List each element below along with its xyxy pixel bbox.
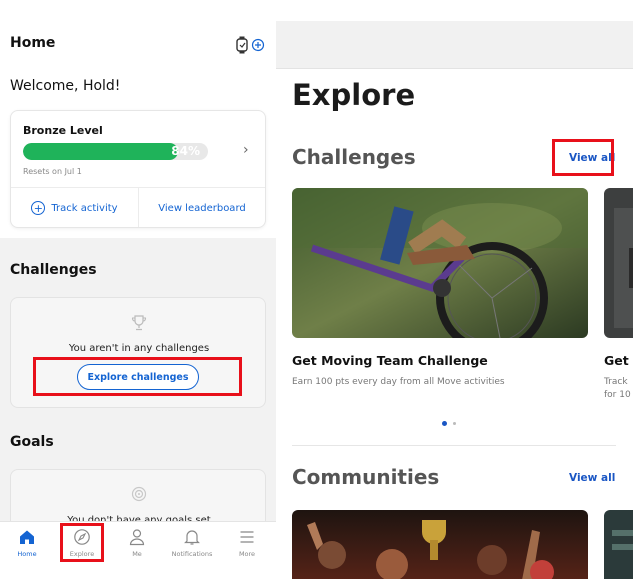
welcome-message: Welcome, Hold! [10,78,121,94]
celebration-photo [292,510,588,579]
plus-circle-icon: + [31,201,46,215]
view-all-communities-link[interactable]: View all [569,472,615,484]
person-icon [129,529,145,546]
carousel-dot-active[interactable] [442,421,447,426]
challenge-name[interactable]: Get [604,353,629,368]
level-progress-bar[interactable]: 84% [23,143,208,160]
communities-heading: Communities [292,465,440,489]
tab-more[interactable]: More [222,528,272,558]
challenge-description: Track for 10 [604,377,631,400]
divider [292,445,616,446]
challenge-name[interactable]: Get Moving Team Challenge [292,353,488,368]
tab-notifications[interactable]: Notifications [167,528,217,558]
watch-add-icon[interactable] [234,36,266,54]
level-name: Bronze Level [23,124,103,137]
progress-fill [23,143,179,160]
tab-label: Home [17,550,37,558]
challenge-description: Earn 100 pts every day from all Move act… [292,377,505,387]
view-leaderboard-button[interactable]: View leaderboard [139,188,265,228]
progress-percent: 84% [171,144,200,158]
resets-date: Resets on Jul 1 [23,167,82,176]
explore-screen: Explore Challenges View all Get Moving T… [276,0,633,579]
goals-heading: Goals [10,434,54,450]
home-icon [20,530,34,544]
page-title: Explore [292,78,416,112]
compass-icon [74,529,90,545]
tab-label: Notifications [171,550,213,558]
home-screen: Home Welcome, Hold! Bronze Level 84% › R… [0,0,276,579]
explore-challenges-button[interactable]: Explore challenges [77,364,199,390]
challenges-empty-card: You aren't in any challenges Explore cha… [10,297,266,408]
top-bar [276,21,633,69]
tab-home[interactable]: Home [2,528,52,558]
cycling-image [292,188,588,338]
page-title: Home [10,35,56,51]
challenges-heading: Challenges [10,262,97,278]
bell-icon [184,530,200,545]
community-image[interactable] [292,510,588,579]
challenge-image[interactable] [604,188,633,338]
challenges-empty-text: You aren't in any challenges [68,343,210,354]
tab-explore[interactable]: Explore [57,528,107,558]
view-all-challenges-link[interactable]: View all [569,152,615,164]
community-photo [604,510,633,579]
menu-icon [240,531,254,543]
track-activity-label: Track activity [51,202,118,214]
challenge-photo [604,188,633,338]
challenge-image[interactable] [292,188,588,338]
level-card: Bronze Level 84% › Resets on Jul 1 + Tra… [10,110,266,228]
carousel-dots[interactable] [442,421,456,426]
home-header: Home [0,0,276,72]
bottom-tab-bar: Home Explore Me Notifications More [0,521,276,579]
chevron-right-icon[interactable]: › [243,142,249,158]
target-icon [131,486,147,502]
trophy-icon [131,315,147,331]
tab-me[interactable]: Me [112,528,162,558]
community-image[interactable] [604,510,633,579]
tab-label: Me [132,550,142,558]
tab-label: More [238,550,256,558]
challenges-heading: Challenges [292,145,416,169]
track-activity-button[interactable]: + Track activity [11,188,138,228]
tab-label: Explore [69,550,95,558]
carousel-dot[interactable] [453,422,456,425]
